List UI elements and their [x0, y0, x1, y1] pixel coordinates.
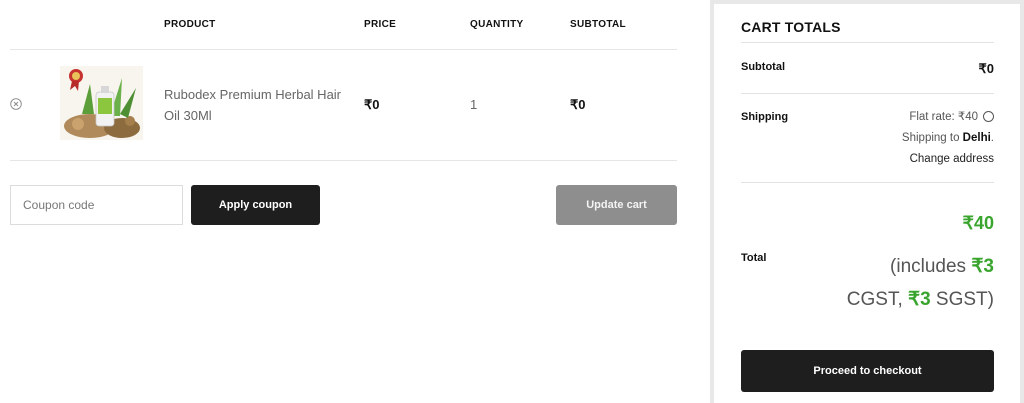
item-subtotal: ₹0	[570, 97, 586, 112]
total-label: Total	[741, 252, 767, 264]
change-address-link[interactable]: Change address	[902, 149, 994, 170]
cart-totals-title: CART TOTALS	[741, 19, 841, 35]
shipping-city: Delhi	[962, 132, 991, 144]
shipping-to-suffix: .	[990, 132, 994, 144]
header-product: PRODUCT	[164, 19, 216, 30]
divider	[741, 182, 994, 183]
divider	[10, 49, 677, 50]
shipping-to-text: Shipping to	[901, 132, 963, 144]
header-quantity: QUANTITY	[470, 19, 524, 30]
item-price: ₹0	[364, 97, 380, 112]
cart-table: PRODUCT PRICE QUANTITY SUBTOTAL Rubodex …	[10, 0, 677, 162]
divider	[741, 93, 994, 94]
shipping-destination: Shipping to Delhi.	[902, 128, 994, 149]
remove-icon[interactable]	[10, 98, 22, 110]
header-subtotal: SUBTOTAL	[570, 19, 626, 30]
order-total: ₹40	[962, 213, 994, 233]
subtotal-label: Subtotal	[741, 61, 785, 73]
tax-open: (includes	[890, 256, 972, 277]
coupon-code-input[interactable]	[10, 185, 183, 225]
cgst-label: CGST,	[846, 289, 908, 310]
divider	[741, 42, 994, 43]
product-image[interactable]	[60, 66, 143, 140]
proceed-to-checkout-button[interactable]: Proceed to checkout	[741, 350, 994, 392]
shipping-options: Flat rate: ₹40 Shipping to Delhi. Change…	[902, 107, 994, 170]
quantity-input[interactable]: 1	[470, 97, 477, 112]
product-name-link[interactable]: Rubodex Premium Herbal Hair Oil 30Ml	[164, 84, 354, 126]
sgst-value: ₹3	[908, 289, 931, 310]
header-price: PRICE	[364, 19, 397, 30]
shipping-label: Shipping	[741, 111, 789, 123]
subtotal-value: ₹0	[978, 61, 994, 76]
cgst-value: ₹3	[971, 256, 994, 277]
tax-note: (includes ₹3 CGST, ₹3 SGST)	[835, 250, 994, 316]
sgst-label: SGST)	[930, 289, 994, 310]
apply-coupon-button[interactable]: Apply coupon	[191, 185, 320, 225]
radio-icon[interactable]	[983, 111, 994, 122]
divider	[10, 160, 677, 161]
shipping-rate: Flat rate: ₹40	[909, 111, 978, 123]
update-cart-button[interactable]: Update cart	[556, 185, 677, 225]
shipping-method[interactable]: Flat rate: ₹40	[902, 107, 994, 128]
